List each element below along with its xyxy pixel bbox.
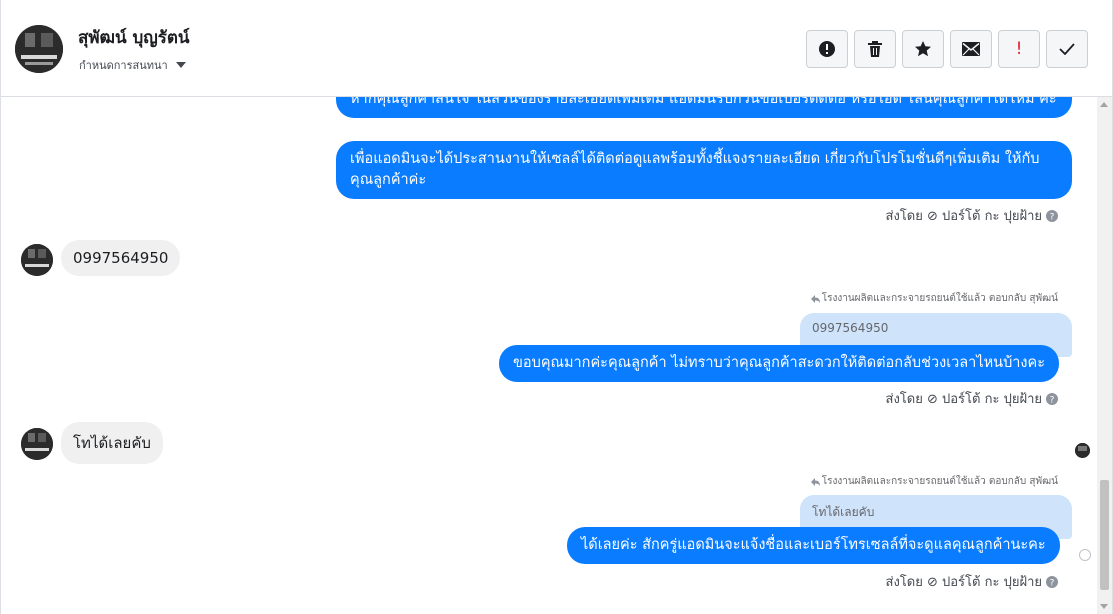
envelope-icon (962, 42, 980, 56)
scroll-up-arrow-icon[interactable] (1100, 102, 1108, 107)
caret-down-icon (175, 62, 186, 68)
message-text: 0997564950 (73, 249, 169, 267)
reply-arrow-icon (810, 477, 820, 486)
outgoing-message[interactable]: เพื่อแอดมินจะได้ประสานงานให้เซลล์ได้ติดต… (336, 141, 1072, 199)
inbox-conversation-view: สุพัฒน์ บุญรัตน์ กำหนดการสนทนา ! หากคุณล… (0, 0, 1113, 614)
mark-important-button[interactable]: ! (998, 30, 1040, 68)
mark-done-button[interactable] (1046, 30, 1088, 68)
scrollbar-thumb[interactable] (1100, 480, 1109, 590)
help-icon[interactable]: ? (1046, 392, 1058, 405)
outgoing-message[interactable]: ได้เลยค่ะ สักครู่แอดมินจะแจ้งชื่อและเบอร… (567, 527, 1060, 564)
mark-unread-button[interactable] (950, 30, 992, 68)
message-text: โทได้เลยคับ (73, 434, 151, 452)
delivered-check-icon (1079, 549, 1091, 561)
important-icon: ! (1015, 39, 1023, 59)
svg-text:?: ? (1050, 212, 1055, 222)
message-thread[interactable]: หากคุณลูกค้าสนใจ ในส่วนของรายละเอียดเพิ่… (1, 97, 1099, 614)
assign-conversation-dropdown[interactable]: กำหนดการสนทนา (79, 56, 186, 74)
contact-avatar-small[interactable] (21, 244, 53, 276)
contact-avatar[interactable] (15, 25, 63, 73)
contact-avatar-small[interactable] (21, 428, 53, 460)
seen-avatar (1075, 443, 1090, 458)
delete-button[interactable] (854, 30, 896, 68)
reply-note: โรงงานผลิตและกระจายรถยนต์ใช้แล้ว ตอบกลับ… (810, 474, 1058, 489)
star-button[interactable] (902, 30, 944, 68)
message-text: ได้เลยค่ะ สักครู่แอดมินจะแจ้งชื่อและเบอร… (581, 537, 1046, 553)
star-icon (915, 41, 931, 57)
conversation-header: สุพัฒน์ บุญรัตน์ กำหนดการสนทนา ! (1, 0, 1112, 97)
message-text: ขอบคุณมากค่ะคุณลูกค้า ไม่ทราบว่าคุณลูกค้… (513, 355, 1046, 371)
quoted-text: โทได้เลยคับ (812, 505, 875, 519)
assign-conversation-label: กำหนดการสนทนา (79, 59, 168, 72)
outgoing-message[interactable]: หากคุณลูกค้าสนใจ ในส่วนของรายละเอียดเพิ่… (336, 97, 1072, 118)
incoming-message[interactable]: 0997564950 (61, 240, 181, 276)
sent-by-label: ส่งโดย ⊘ ปอร์โต้ กะ ปุยฝ้าย ? (886, 388, 1058, 409)
conversation-toolbar: ! (806, 30, 1088, 68)
quoted-text: 0997564950 (812, 321, 889, 335)
outgoing-message[interactable]: ขอบคุณมากค่ะคุณลูกค้า ไม่ทราบว่าคุณลูกค้… (499, 345, 1060, 382)
help-icon[interactable]: ? (1046, 209, 1058, 222)
svg-text:?: ? (1050, 578, 1055, 588)
alert-icon (819, 41, 835, 57)
incoming-message[interactable]: โทได้เลยคับ (61, 422, 163, 464)
message-text: หากคุณลูกค้าสนใจ ในส่วนของรายละเอียดเพิ่… (350, 97, 1057, 107)
trash-icon (868, 41, 882, 57)
svg-text:?: ? (1050, 395, 1055, 405)
thread-scrollbar[interactable] (1097, 97, 1112, 614)
message-text: เพื่อแอดมินจะได้ประสานงานให้เซลล์ได้ติดต… (350, 151, 1040, 188)
help-icon[interactable]: ? (1046, 575, 1058, 588)
sent-by-label: ส่งโดย ⊘ ปอร์โต้ กะ ปุยฝ้าย ? (886, 571, 1058, 592)
sent-by-label: ส่งโดย ⊘ ปอร์โต้ กะ ปุยฝ้าย ? (886, 205, 1058, 226)
contact-name: สุพัฒน์ บุญรัตน์ (78, 28, 190, 48)
scroll-down-arrow-icon[interactable] (1100, 604, 1108, 609)
check-icon (1059, 43, 1075, 55)
report-spam-button[interactable] (806, 30, 848, 68)
reply-note: โรงงานผลิตและกระจายรถยนต์ใช้แล้ว ตอบกลับ… (810, 291, 1058, 306)
reply-arrow-icon (810, 294, 820, 303)
